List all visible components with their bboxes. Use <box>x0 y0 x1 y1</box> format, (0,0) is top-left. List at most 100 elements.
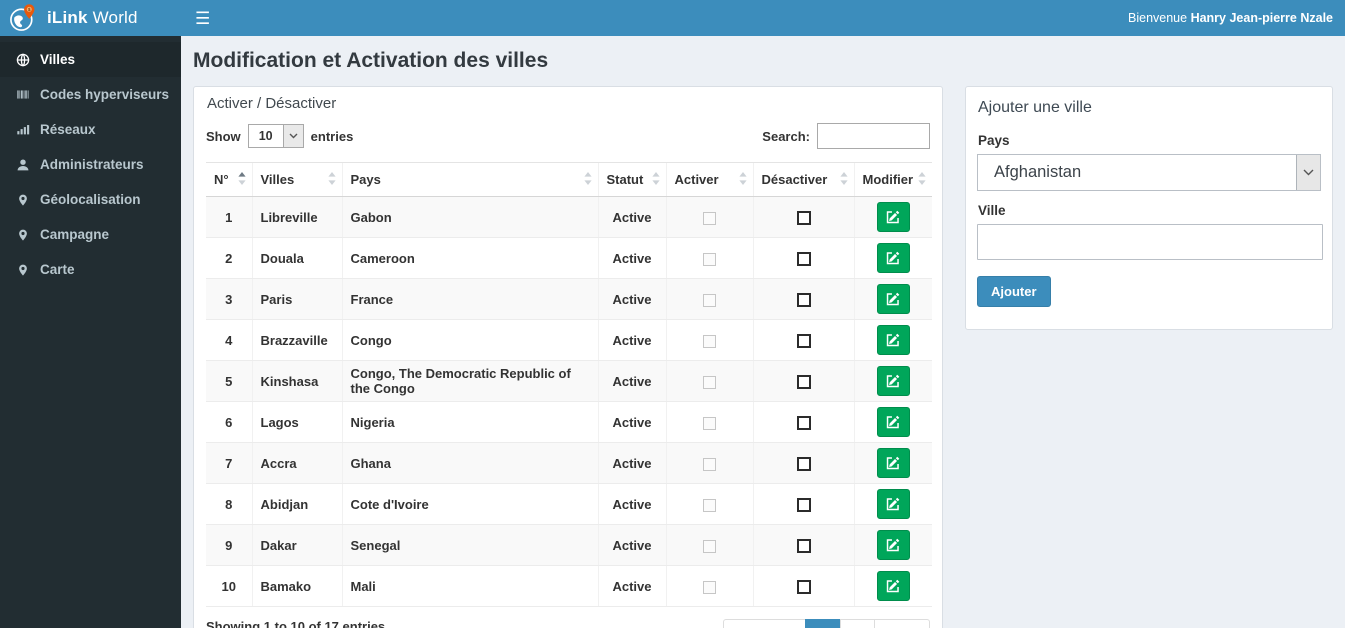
statut-cell: Active <box>597 278 666 320</box>
desactiver-checkbox[interactable] <box>796 456 811 471</box>
map-marker-icon <box>15 227 30 242</box>
ville-cell: Lagos <box>251 401 342 443</box>
column-header-desactiver[interactable]: Désactiver <box>752 162 854 197</box>
modifier-button[interactable] <box>876 202 910 232</box>
sidebar-item-label: Villes <box>40 52 76 67</box>
sort-icon <box>583 171 592 188</box>
sidebar-item-carte[interactable]: Carte <box>0 252 181 287</box>
pays-cell: Congo, The Democratic Republic of the Co… <box>341 360 598 402</box>
modifier-button[interactable] <box>876 448 910 478</box>
sidebar: Villes Codes hyperviseurs Réseaux Administr… <box>0 36 181 628</box>
column-label: Modifier <box>862 172 914 187</box>
column-label: Statut <box>606 172 644 187</box>
activer-checkbox[interactable] <box>703 457 716 471</box>
activer-checkbox[interactable] <box>703 293 716 307</box>
pays-cell: Cameroon <box>341 237 598 279</box>
app-logo[interactable]: $ iLink World <box>0 0 181 36</box>
statut-cell: Active <box>597 360 666 402</box>
activer-checkbox[interactable] <box>703 580 716 594</box>
column-label: Activer <box>674 172 719 187</box>
sidebar-item-campagne[interactable]: Campagne <box>0 217 181 252</box>
search-input[interactable] <box>817 123 930 149</box>
modifier-button[interactable] <box>876 571 910 601</box>
pays-select[interactable]: Afghanistan <box>977 154 1321 191</box>
page-length-select[interactable]: 10 <box>247 124 304 148</box>
row-number-cell: 8 <box>206 483 252 525</box>
activer-checkbox[interactable] <box>703 416 716 430</box>
activer-checkbox[interactable] <box>703 334 716 348</box>
desactiver-checkbox[interactable] <box>796 333 811 348</box>
activer-checkbox[interactable] <box>703 252 716 266</box>
pagination: Previous12Next <box>723 619 930 628</box>
modifier-button[interactable] <box>876 366 910 396</box>
edit-icon <box>886 538 900 552</box>
sidebar-item-geolocalisation[interactable]: Géolocalisation <box>0 182 181 217</box>
column-header-pays[interactable]: Pays <box>341 162 598 197</box>
activer-checkbox[interactable] <box>703 375 716 389</box>
pays-cell: Mali <box>341 565 598 607</box>
page-button-2[interactable]: 2 <box>839 619 875 628</box>
sort-icon <box>651 171 660 188</box>
pays-cell: Cote d'Ivoire <box>341 483 598 525</box>
pays-cell: France <box>341 278 598 320</box>
desactiver-checkbox[interactable] <box>796 251 811 266</box>
sidebar-toggle-icon[interactable]: ☰ <box>195 10 210 27</box>
page-button-next[interactable]: Next <box>873 619 930 628</box>
desactiver-checkbox[interactable] <box>796 538 811 553</box>
column-header-villes[interactable]: Villes <box>251 162 342 197</box>
globe-icon <box>15 52 30 67</box>
row-number-cell: 10 <box>206 565 252 607</box>
pays-cell: Senegal <box>341 524 598 566</box>
table-row: 4 Brazzaville Congo Active <box>206 319 932 361</box>
page-button-previous[interactable]: Previous <box>723 619 807 628</box>
activer-checkbox[interactable] <box>703 539 716 553</box>
edit-icon <box>886 333 900 347</box>
modifier-button[interactable] <box>876 243 910 273</box>
row-number-cell: 2 <box>206 237 252 279</box>
ville-cell: Libreville <box>251 196 342 238</box>
ajouter-button[interactable]: Ajouter <box>977 276 1051 307</box>
row-number-cell: 7 <box>206 442 252 484</box>
sidebar-item-reseaux[interactable]: Réseaux <box>0 112 181 147</box>
modifier-button[interactable] <box>876 489 910 519</box>
modifier-button[interactable] <box>876 407 910 437</box>
ville-cell: Dakar <box>251 524 342 566</box>
desactiver-checkbox[interactable] <box>796 292 811 307</box>
pays-cell: Gabon <box>341 196 598 238</box>
chevron-down-icon <box>1296 155 1320 190</box>
activer-checkbox[interactable] <box>703 498 716 512</box>
column-header-modifier[interactable]: Modifier <box>853 162 932 197</box>
modifier-button[interactable] <box>876 530 910 560</box>
page-button-1[interactable]: 1 <box>805 619 841 628</box>
desactiver-checkbox[interactable] <box>796 210 811 225</box>
desactiver-checkbox[interactable] <box>796 415 811 430</box>
column-header-n[interactable]: N° <box>206 162 252 197</box>
desactiver-checkbox[interactable] <box>796 497 811 512</box>
table-row: 1 Libreville Gabon Active <box>206 196 932 238</box>
statut-cell: Active <box>597 483 666 525</box>
edit-icon <box>886 579 900 593</box>
datatable-controls: Show 10 entries Search: <box>194 120 942 162</box>
modifier-button[interactable] <box>876 284 910 314</box>
desactiver-checkbox[interactable] <box>796 579 811 594</box>
desactiver-checkbox[interactable] <box>796 374 811 389</box>
sidebar-item-codes-hyperviseurs[interactable]: Codes hyperviseurs <box>0 77 181 112</box>
map-marker-icon <box>15 262 30 277</box>
statut-cell: Active <box>597 196 666 238</box>
sidebar-item-administrateurs[interactable]: Administrateurs <box>0 147 181 182</box>
column-header-activer[interactable]: Activer <box>665 162 753 197</box>
welcome-message: Bienvenue Hanry Jean-pierre Nzale <box>1128 11 1333 25</box>
edit-icon <box>886 210 900 224</box>
show-label: Show <box>206 128 241 144</box>
column-label: N° <box>214 172 229 187</box>
map-marker-icon <box>15 192 30 207</box>
statut-cell: Active <box>597 524 666 566</box>
activer-checkbox[interactable] <box>703 211 716 225</box>
top-navbar: ☰ Bienvenue Hanry Jean-pierre Nzale <box>181 0 1345 36</box>
edit-icon <box>886 497 900 511</box>
modifier-button[interactable] <box>876 325 910 355</box>
column-header-statut[interactable]: Statut <box>597 162 666 197</box>
ville-input[interactable] <box>977 224 1323 260</box>
column-label: Désactiver <box>761 172 828 187</box>
sidebar-item-villes[interactable]: Villes <box>0 42 181 77</box>
